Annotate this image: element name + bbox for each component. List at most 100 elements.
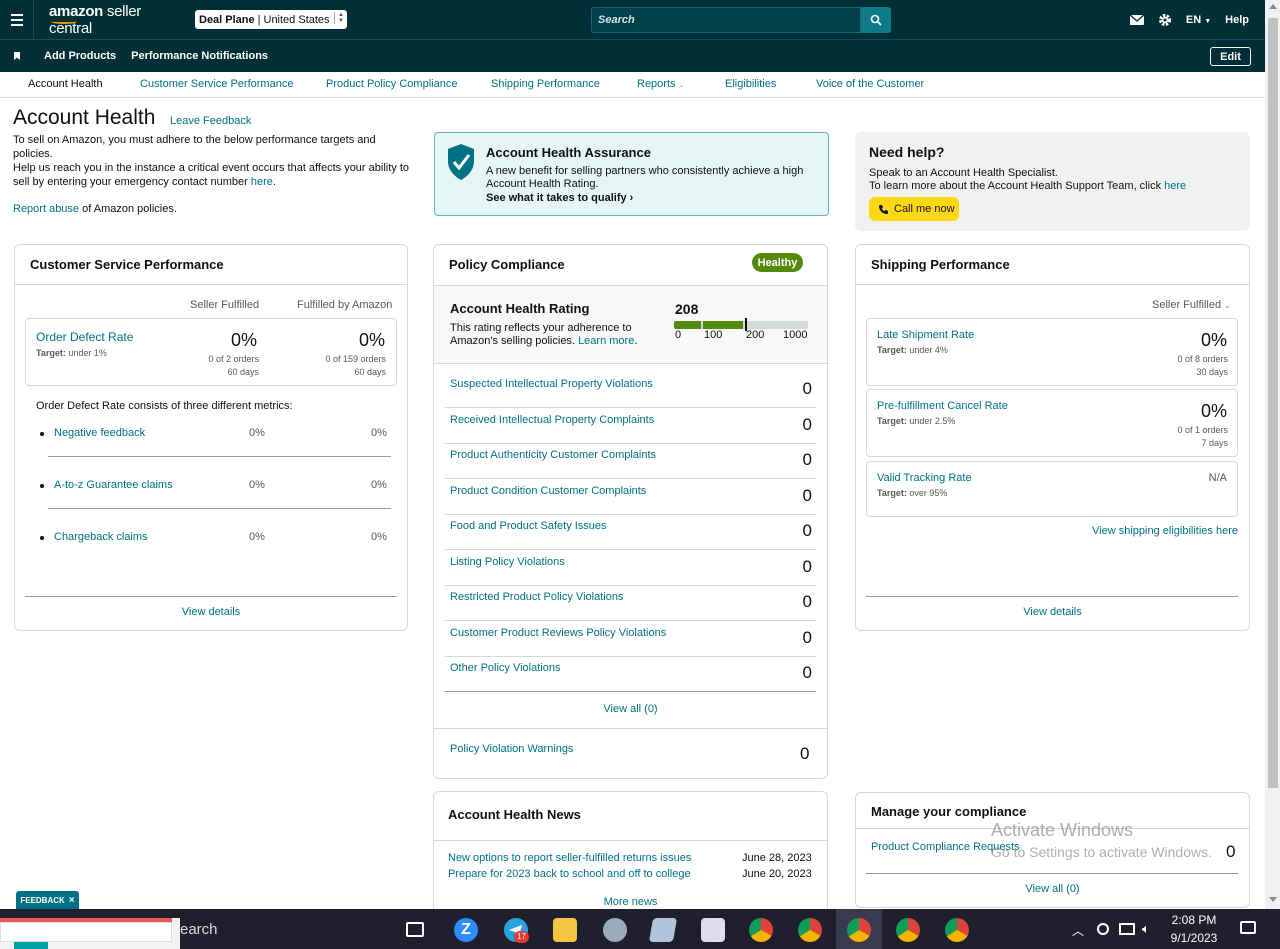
restricted-product-violations-link[interactable]: Restricted Product Policy Violations — [450, 591, 623, 603]
tab-account-health[interactable]: Account Health — [28, 78, 103, 90]
chargeback-claims-link[interactable]: Chargeback claims — [54, 531, 148, 543]
news-item-link[interactable]: Prepare for 2023 back to school and off … — [448, 868, 691, 880]
shipping-filter-dropdown[interactable]: Seller Fulfilled ⌄ — [1152, 299, 1231, 311]
scroll-down-icon[interactable] — [1269, 897, 1277, 902]
tray-chevron-up-icon[interactable]: ︿ — [1072, 922, 1084, 939]
help-link[interactable]: Help — [1225, 14, 1249, 26]
leave-feedback-link[interactable]: Leave Feedback — [170, 115, 251, 127]
report-abuse-text: of Amazon policies. — [79, 203, 177, 215]
need-help-title: Need help? — [869, 144, 945, 160]
tab-customer-service-performance[interactable]: Customer Service Performance — [140, 78, 293, 90]
chargeback-claims-fba: 0% — [371, 531, 387, 543]
policy-violation-warnings-link[interactable]: Policy Violation Warnings — [450, 743, 574, 755]
calculator-icon[interactable] — [701, 918, 725, 942]
negative-feedback-link[interactable]: Negative feedback — [54, 427, 145, 439]
gear-icon[interactable] — [1158, 13, 1172, 27]
csp-view-details-link[interactable]: View details — [15, 606, 407, 618]
taskbar-date[interactable]: 9/1/2023 — [1162, 931, 1226, 945]
performance-notifications-link[interactable]: Performance Notifications — [131, 50, 268, 62]
customer-reviews-violations-link[interactable]: Customer Product Reviews Policy Violatio… — [450, 627, 666, 639]
shipping-view-details-link[interactable]: View details — [856, 606, 1249, 618]
emergency-contact-link[interactable]: here — [251, 176, 273, 188]
support-team-link[interactable]: here — [1164, 180, 1186, 192]
paint-app-icon[interactable] — [603, 918, 627, 942]
network-icon[interactable] — [1119, 923, 1135, 935]
target-label: Target: — [877, 488, 907, 498]
seller-central-logo[interactable]: amazon seller central — [49, 3, 174, 37]
chrome-icon[interactable] — [749, 918, 773, 942]
call-me-now-button[interactable]: Call me now — [869, 197, 959, 221]
valid-tracking-rate-link[interactable]: Valid Tracking Rate — [877, 472, 972, 484]
task-view-icon[interactable] — [406, 922, 424, 937]
ahr-description: This rating reflects your adherence to A… — [450, 322, 637, 348]
more-news-link[interactable]: More news — [434, 896, 827, 908]
account-health-assurance-banner: Account Health Assurance A new benefit f… — [434, 132, 829, 216]
tab-product-policy-compliance[interactable]: Product Policy Compliance — [326, 78, 457, 90]
taskbar-time[interactable]: 2:08 PM — [1162, 913, 1226, 927]
compliance-view-all-link[interactable]: View all (0) — [856, 883, 1249, 895]
report-abuse-line: Report abuse of Amazon policies. — [13, 203, 177, 215]
product-authenticity-complaints-link[interactable]: Product Authenticity Customer Complaints — [450, 449, 656, 461]
odr-seller-fulfilled-pct: 0% — [231, 330, 258, 350]
odr-seller-fulfilled-days: 60 days — [227, 367, 259, 377]
chrome-icon[interactable] — [798, 918, 822, 942]
tab-voice-of-the-customer[interactable]: Voice of the Customer — [816, 78, 924, 90]
intro-line-1: To sell on Amazon, you must adhere to th… — [13, 134, 376, 160]
news-item-link[interactable]: New options to report seller-fulfilled r… — [448, 852, 691, 864]
cancel-rate-target: Target: under 2.5% — [877, 416, 955, 426]
suspected-ip-violations-link[interactable]: Suspected Intellectual Property Violatio… — [450, 378, 653, 390]
close-icon[interactable]: × — [69, 895, 75, 906]
report-abuse-link[interactable]: Report abuse — [13, 203, 79, 215]
order-defect-rate-link[interactable]: Order Defect Rate — [36, 330, 133, 344]
file-explorer-icon[interactable] — [553, 918, 577, 942]
food-product-safety-link[interactable]: Food and Product Safety Issues — [450, 520, 607, 532]
divider — [856, 284, 1249, 285]
shipping-eligibilities-link[interactable]: View shipping eligibilities here — [1040, 525, 1238, 537]
target-value: under 4% — [906, 345, 948, 355]
menu-icon[interactable] — [0, 0, 34, 39]
tab-reports[interactable]: Reports ⌄ — [637, 78, 684, 90]
notifications-icon[interactable] — [1240, 921, 1256, 934]
other-policy-violations-link[interactable]: Other Policy Violations — [450, 662, 560, 674]
tray-app-icon[interactable] — [1097, 923, 1109, 935]
odr-fba-pct: 0% — [359, 330, 386, 350]
tab-eligibilities[interactable]: Eligibilities — [725, 78, 776, 90]
mail-icon[interactable] — [1129, 14, 1144, 25]
marketplace-selector[interactable]: Deal Plane | United States ▲ ▼ — [195, 10, 347, 29]
chrome-icon[interactable] — [847, 918, 871, 942]
language-label: EN — [1185, 13, 1202, 26]
chrome-icon[interactable] — [896, 918, 920, 942]
taskbar-search-preview[interactable] — [0, 918, 180, 949]
search-icon — [870, 14, 882, 26]
assurance-qualify-link[interactable]: See what it takes to qualify › — [486, 192, 633, 204]
listing-policy-violations-link[interactable]: Listing Policy Violations — [450, 556, 565, 568]
tab-shipping-performance[interactable]: Shipping Performance — [491, 78, 600, 90]
chrome-icon[interactable] — [945, 918, 969, 942]
volume-icon[interactable]: 🔈︎ — [1142, 921, 1150, 937]
scroll-up-icon[interactable] — [1269, 4, 1277, 9]
page-scrollbar[interactable] — [1265, 0, 1280, 909]
feedback-button[interactable]: FEEDBACK × — [16, 891, 79, 910]
received-ip-complaints-link[interactable]: Received Intellectual Property Complaint… — [450, 414, 654, 426]
add-products-link[interactable]: Add Products — [44, 50, 116, 62]
pre-fulfillment-cancel-rate-link[interactable]: Pre-fulfillment Cancel Rate — [877, 400, 1008, 412]
ahr-scale-0: 0 — [675, 329, 682, 341]
edit-shortcuts-button[interactable]: Edit — [1210, 47, 1251, 66]
notes-app-icon[interactable] — [648, 918, 678, 942]
late-shipment-rate-link[interactable]: Late Shipment Rate — [877, 329, 974, 341]
zoom-app-icon[interactable]: Z — [454, 918, 478, 942]
search-input[interactable]: Search — [591, 7, 861, 33]
search-button[interactable] — [861, 7, 891, 33]
bookmark-icon[interactable] — [14, 52, 20, 60]
a-to-z-claims-link[interactable]: A-to-z Guarantee claims — [54, 479, 173, 491]
a-to-z-claims-fba: 0% — [371, 479, 387, 491]
scrollbar-thumb[interactable] — [1268, 18, 1278, 788]
product-condition-complaints-link[interactable]: Product Condition Customer Complaints — [450, 485, 646, 497]
language-selector[interactable]: EN ▼ — [1186, 14, 1211, 26]
taskbar-search-text[interactable]: earch — [180, 921, 218, 938]
valid-tracking-value: N/A — [1208, 472, 1227, 484]
divider — [48, 456, 391, 457]
ahr-learn-more-link[interactable]: Learn more — [578, 335, 634, 347]
policy-view-all-link[interactable]: View all (0) — [434, 703, 827, 715]
store-country: United States — [263, 13, 330, 26]
